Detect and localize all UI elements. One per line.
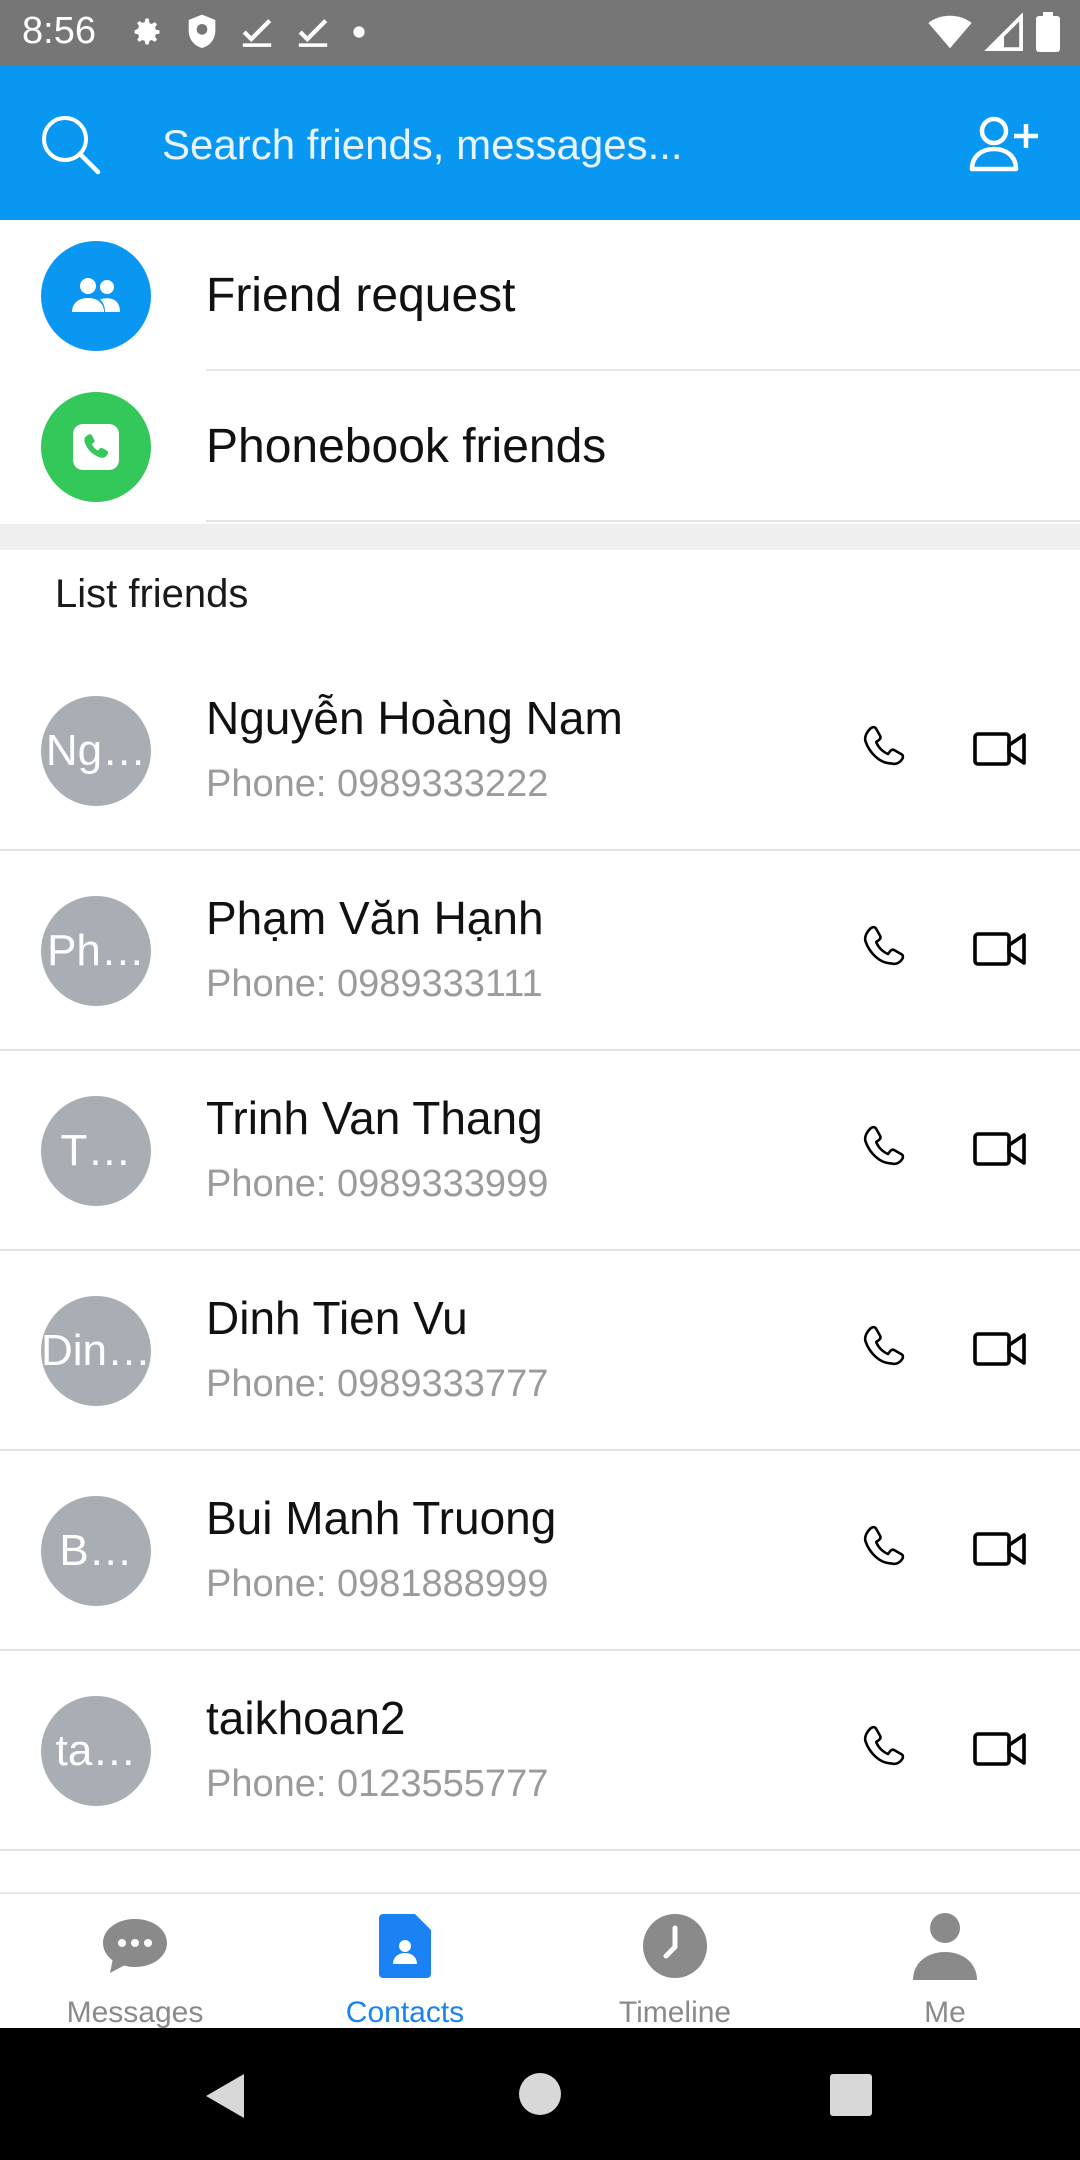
video-call-icon[interactable] (972, 1129, 1028, 1169)
home-icon[interactable] (518, 2072, 562, 2121)
video-call-icon[interactable] (972, 1729, 1028, 1769)
friend-phone: Phone: 0989333111 (206, 963, 543, 1005)
battery-icon (1036, 12, 1060, 57)
phone-call-icon[interactable] (858, 723, 910, 775)
video-call-icon[interactable] (972, 929, 1028, 969)
shield-icon (186, 13, 218, 56)
back-icon[interactable] (204, 2072, 246, 2125)
friend-phone: Phone: 0123555777 (206, 1763, 549, 1805)
video-call-icon[interactable] (972, 729, 1028, 769)
tab-messages[interactable]: Messages (0, 1894, 270, 2030)
dot-icon (352, 25, 366, 44)
friend-row[interactable]: ta… taikhoan2 Phone: 0123555777 (0, 1651, 1080, 1851)
settings-icon (128, 14, 164, 55)
avatar: Ng… (41, 696, 151, 806)
bottom-navigation: Messages Contacts Timeline Me (0, 1892, 1080, 2030)
clock-icon (640, 1910, 710, 1982)
phone-call-icon[interactable] (858, 1123, 910, 1175)
tab-label: Messages (66, 1996, 204, 2029)
friend-name: taikhoan2 (206, 1692, 406, 1744)
tab-label: Contacts (345, 1996, 465, 2029)
section-title: List friends (55, 572, 249, 616)
friend-phone: Phone: 0989333222 (206, 763, 549, 805)
friend-row[interactable]: Ph… Phạm Văn Hạnh Phone: 0989333111 (0, 851, 1080, 1051)
friend-phone: Phone: 0989333999 (206, 1163, 549, 1205)
add-friend-icon[interactable] (968, 114, 1040, 179)
chat-bubble-icon (100, 1910, 170, 1982)
status-system-icons (928, 12, 1060, 57)
friend-row[interactable]: T… Trinh Van Thang Phone: 0989333999 (0, 1051, 1080, 1251)
status-bar: 8:56 (0, 0, 1080, 66)
system-navigation-bar (0, 2028, 1080, 2160)
avatar: T… (41, 1096, 151, 1206)
friend-name: Bui Manh Truong (206, 1492, 557, 1544)
friend-request-row[interactable]: Friend request (0, 220, 1080, 371)
status-time: 8:56 (22, 10, 96, 52)
friend-row[interactable]: B… Bui Manh Truong Phone: 0981888999 (0, 1451, 1080, 1651)
tab-label: Me (924, 1996, 966, 2029)
recents-icon[interactable] (830, 2074, 872, 2121)
phone-book-icon (41, 392, 151, 502)
avatar: ta… (41, 1696, 151, 1806)
section-separator (0, 524, 1080, 550)
search-header (0, 66, 1080, 220)
divider (206, 520, 1080, 522)
person-icon (910, 1910, 980, 1982)
friend-name: Trinh Van Thang (206, 1092, 543, 1144)
phone-call-icon[interactable] (858, 923, 910, 975)
people-icon (41, 241, 151, 351)
phone-call-icon[interactable] (858, 1723, 910, 1775)
tab-me[interactable]: Me (810, 1894, 1080, 2030)
avatar: B… (41, 1496, 151, 1606)
friend-phone: Phone: 0981888999 (206, 1563, 549, 1605)
video-call-icon[interactable] (972, 1329, 1028, 1369)
check-icon (296, 15, 330, 54)
friend-phone: Phone: 0989333777 (206, 1363, 549, 1405)
search-input[interactable] (160, 116, 724, 174)
friend-name: Nguyễn Hoàng Nam (206, 692, 623, 744)
contacts-icon (370, 1910, 440, 1982)
avatar: Ph… (41, 896, 151, 1006)
tab-label: Timeline (618, 1996, 732, 2029)
avatar: Din… (41, 1296, 151, 1406)
friend-name: Dinh Tien Vu (206, 1292, 468, 1344)
video-call-icon[interactable] (972, 1529, 1028, 1569)
divider (0, 1849, 1080, 1851)
shortcut-label: Phonebook friends (206, 420, 607, 473)
friend-row[interactable]: Din… Dinh Tien Vu Phone: 0989333777 (0, 1251, 1080, 1451)
status-notification-icons (128, 14, 366, 54)
phone-call-icon[interactable] (858, 1523, 910, 1575)
signal-icon (984, 12, 1024, 56)
phone-call-icon[interactable] (858, 1323, 910, 1375)
check-icon (240, 15, 274, 54)
phonebook-friends-row[interactable]: Phonebook friends (0, 371, 1080, 522)
tab-timeline[interactable]: Timeline (540, 1894, 810, 2030)
search-icon[interactable] (38, 112, 102, 181)
shortcut-label: Friend request (206, 269, 516, 322)
friend-name: Phạm Văn Hạnh (206, 892, 544, 944)
friend-row[interactable]: Ng… Nguyễn Hoàng Nam Phone: 0989333222 (0, 651, 1080, 851)
tab-contacts[interactable]: Contacts (270, 1894, 540, 2030)
wifi-icon (928, 14, 972, 55)
